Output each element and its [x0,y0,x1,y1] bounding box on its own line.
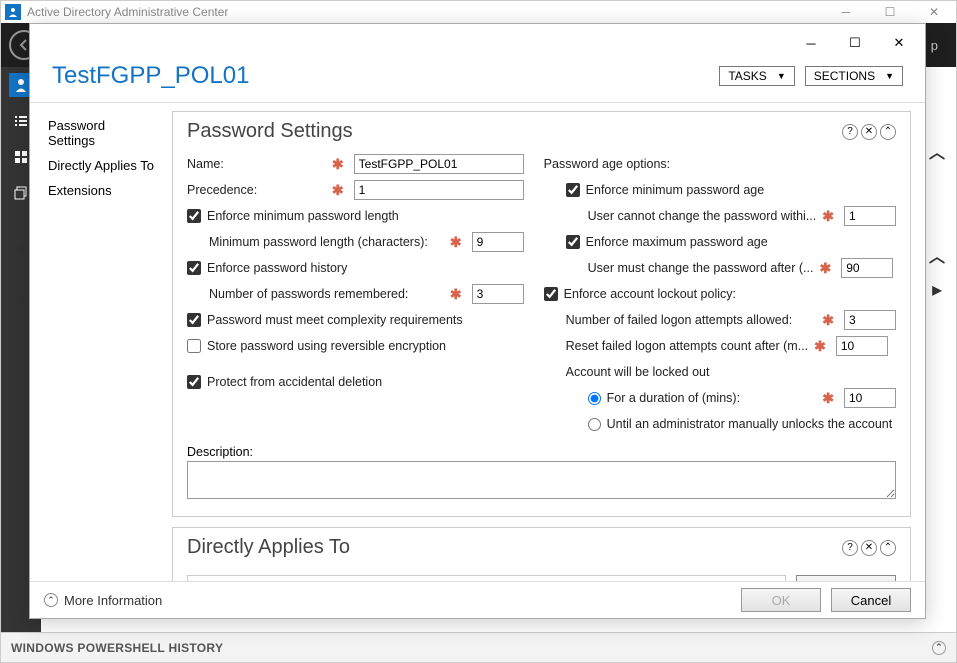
enforce-max-age-checkbox[interactable] [566,235,580,249]
description-textarea[interactable] [187,461,896,499]
chevron-up-icon[interactable]: ︿ [922,131,952,171]
duration-label: For a duration of (mins): [607,391,740,405]
required-icon: ✱ [822,390,834,407]
cancel-button[interactable]: Cancel [831,588,911,612]
col-mail-header[interactable]: Mail [328,576,785,581]
expand-icon: ⌃ [44,593,58,607]
complexity-label: Password must meet complexity requiremen… [207,313,463,327]
bg-minimize-button[interactable]: ─ [824,1,868,23]
nav-extensions[interactable]: Extensions [42,178,160,203]
description-label: Description: [187,445,896,459]
required-icon: ✱ [450,286,462,303]
bg-titlebar: Active Directory Administrative Center ─… [1,1,956,23]
min-length-label: Minimum password length (characters): [209,235,428,249]
enforce-min-length-checkbox[interactable] [187,209,201,223]
name-input[interactable] [354,154,524,174]
name-label: Name: [187,157,224,171]
section-nav: Password Settings Directly Applies To Ex… [30,103,172,581]
more-info-label: More Information [64,593,162,608]
required-icon: ✱ [822,312,834,329]
collapse-icon[interactable]: ⌃ [880,124,896,140]
enforce-min-age-label: Enforce minimum password age [586,183,765,197]
reversible-checkbox[interactable] [187,339,201,353]
bg-title: Active Directory Administrative Center [27,5,228,19]
tasks-dropdown[interactable]: TASKS ▼ [719,66,794,86]
section-title: Password Settings [187,120,353,143]
sections-label: SECTIONS [814,69,875,83]
history-count-label: Number of passwords remembered: [209,287,408,301]
complexity-checkbox[interactable] [187,313,201,327]
expand-up-icon[interactable]: ⌃ [932,641,946,655]
protect-label: Protect from accidental deletion [207,375,382,389]
duration-radio[interactable] [588,392,601,405]
password-settings-section: Password Settings ? ✕ ⌃ Name: ✱ [172,111,911,517]
add-button[interactable]: Add... [796,575,896,581]
ps-history-label: WINDOWS POWERSHELL HISTORY [11,641,223,655]
required-icon: ✱ [332,182,344,199]
until-admin-radio[interactable] [588,418,601,431]
min-age-input[interactable] [844,206,896,226]
applies-to-section: Directly Applies To ? ✕ ⌃ Name ▲ [172,527,911,581]
min-age-label: User cannot change the password withi... [588,209,817,223]
required-icon: ✱ [332,156,344,173]
powershell-history-bar[interactable]: WINDOWS POWERSHELL HISTORY ⌃ [1,632,956,662]
nav-directly-applies[interactable]: Directly Applies To [42,153,160,178]
close-section-icon[interactable]: ✕ [861,124,877,140]
enforce-history-label: Enforce password history [207,261,347,275]
chevron-up-icon-2[interactable]: ︿ [922,235,952,275]
dlg-maximize-button[interactable]: ☐ [833,28,877,58]
tasks-label: TASKS [728,69,766,83]
right-panel: ︿ ︿ ▶ [922,131,952,305]
min-length-input[interactable] [472,232,524,252]
required-icon: ✱ [814,338,826,355]
precedence-input[interactable] [354,180,524,200]
close-section-icon[interactable]: ✕ [861,540,877,556]
reset-label: Reset failed logon attempts count after … [566,339,808,353]
enforce-lockout-label: Enforce account lockout policy: [564,287,736,301]
col-name-header[interactable]: Name ▲ [188,576,328,581]
nav-password-settings[interactable]: Password Settings [42,113,160,153]
enforce-max-age-label: Enforce maximum password age [586,235,768,249]
chevron-down-icon: ▼ [777,71,786,81]
failed-attempts-input[interactable] [844,310,896,330]
help-indicator: p [931,38,956,53]
protect-checkbox[interactable] [187,375,201,389]
dialog-title: TestFGPP_POL01 [52,62,249,90]
chevron-down-icon: ▼ [885,71,894,81]
required-icon: ✱ [822,208,834,225]
required-icon: ✱ [819,260,831,277]
collapse-icon[interactable]: ⌃ [880,540,896,556]
dlg-close-button[interactable]: ✕ [877,28,921,58]
reset-input[interactable] [836,336,888,356]
enforce-min-age-checkbox[interactable] [566,183,580,197]
bg-close-button[interactable]: ✕ [912,1,956,23]
more-information-toggle[interactable]: ⌃ More Information [44,593,162,608]
section-title: Directly Applies To [187,536,350,559]
max-age-input[interactable] [841,258,893,278]
sections-dropdown[interactable]: SECTIONS ▼ [805,66,903,86]
help-icon[interactable]: ? [842,124,858,140]
history-count-input[interactable] [472,284,524,304]
arrow-right-icon[interactable]: ▶ [922,275,952,305]
bg-maximize-button[interactable]: ☐ [868,1,912,23]
until-admin-label: Until an administrator manually unlocks … [607,417,893,431]
failed-attempts-label: Number of failed logon attempts allowed: [566,313,793,327]
help-icon[interactable]: ? [842,540,858,556]
enforce-lockout-checkbox[interactable] [544,287,558,301]
required-icon: ✱ [450,234,462,251]
precedence-label: Precedence: [187,183,257,197]
age-options-label: Password age options: [544,157,670,171]
locked-out-label: Account will be locked out [566,365,710,379]
applies-table: Name ▲ Mail Managers [187,575,786,581]
enforce-min-length-label: Enforce minimum password length [207,209,399,223]
adac-icon [5,4,21,20]
reversible-label: Store password using reversible encrypti… [207,339,446,353]
enforce-history-checkbox[interactable] [187,261,201,275]
ok-button[interactable]: OK [741,588,821,612]
duration-input[interactable] [844,388,896,408]
password-settings-dialog: ─ ☐ ✕ TestFGPP_POL01 TASKS ▼ SECTIONS ▼ … [29,23,926,619]
dlg-minimize-button[interactable]: ─ [789,28,833,58]
max-age-label: User must change the password after (... [588,261,814,275]
